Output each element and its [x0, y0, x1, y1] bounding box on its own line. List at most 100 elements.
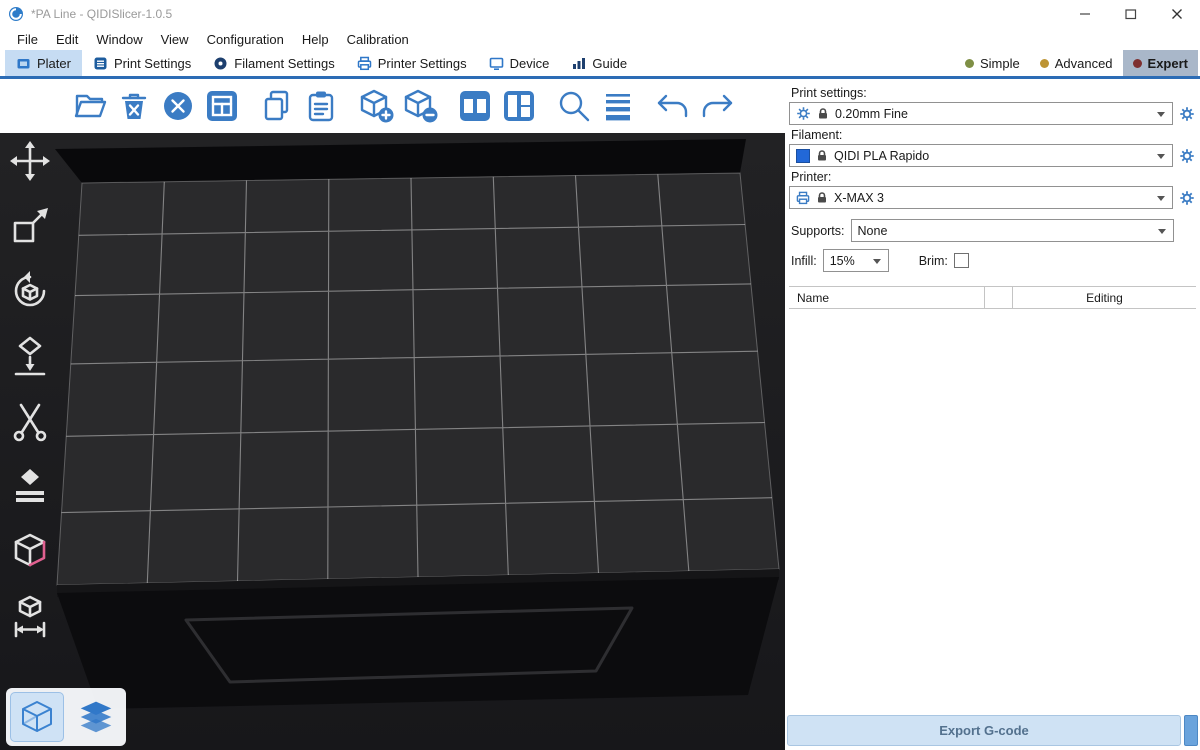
seam-tool-button[interactable] [4, 460, 56, 512]
search-button[interactable] [554, 86, 594, 126]
cut-icon [8, 399, 52, 443]
scale-tool-button[interactable] [4, 200, 56, 252]
open-folder-icon [71, 87, 109, 125]
column-header-editing[interactable]: Editing [1013, 287, 1196, 308]
mode-label: Expert [1148, 56, 1188, 71]
printer-icon [796, 191, 810, 205]
undo-icon [654, 87, 692, 125]
printer-gear-button[interactable] [1178, 189, 1195, 206]
print-bed [57, 173, 779, 585]
distance-tool-button[interactable] [4, 590, 56, 642]
object-list-body[interactable] [789, 309, 1196, 707]
3d-scene [0, 133, 785, 750]
delete-all-icon [159, 87, 197, 125]
delete-icon [115, 87, 153, 125]
export-options-button[interactable] [1184, 715, 1198, 746]
scale-icon [8, 204, 52, 248]
printer-value: X-MAX 3 [834, 191, 884, 205]
tab-guide[interactable]: Guide [560, 50, 638, 76]
simple-mode-dot-icon [965, 59, 974, 68]
gear-icon [1179, 190, 1195, 206]
delete-button[interactable] [114, 86, 154, 126]
supports-select[interactable]: None [851, 219, 1174, 242]
print-settings-gear-button[interactable] [1178, 105, 1195, 122]
cut-tool-button[interactable] [4, 395, 56, 447]
infill-value: 15% [830, 254, 855, 268]
tab-device[interactable]: Device [478, 50, 561, 76]
brim-label: Brim: [919, 254, 948, 268]
remove-instance-button[interactable] [400, 86, 440, 126]
redo-icon [698, 87, 736, 125]
chevron-down-icon [873, 259, 881, 264]
place-on-face-tool-button[interactable] [4, 330, 56, 382]
print-settings-icon [93, 56, 108, 71]
tab-printer-settings[interactable]: Printer Settings [346, 50, 478, 76]
3d-viewport[interactable] [0, 133, 785, 750]
device-icon [489, 56, 504, 71]
paste-button[interactable] [301, 86, 341, 126]
paste-icon [302, 87, 340, 125]
minimize-button[interactable] [1062, 0, 1108, 28]
close-button[interactable] [1154, 0, 1200, 28]
mode-simple[interactable]: Simple [955, 50, 1030, 76]
menu-help[interactable]: Help [293, 32, 338, 47]
chevron-down-icon [1158, 229, 1166, 234]
search-icon [555, 87, 593, 125]
menu-calibration[interactable]: Calibration [338, 32, 418, 47]
infill-select[interactable]: 15% [823, 249, 889, 272]
menu-file[interactable]: File [8, 32, 47, 47]
export-gcode-button[interactable]: Export G-code [787, 715, 1181, 746]
menu-window[interactable]: Window [87, 32, 151, 47]
move-tool-button[interactable] [4, 135, 56, 187]
variable-layer-height-icon [599, 87, 637, 125]
move-icon [8, 139, 52, 183]
brim-checkbox[interactable] [954, 253, 969, 268]
copy-button[interactable] [257, 86, 297, 126]
mode-expert[interactable]: Expert [1123, 50, 1198, 76]
mode-advanced[interactable]: Advanced [1030, 50, 1123, 76]
filament-label: Filament: [791, 128, 1196, 142]
chevron-down-icon [1157, 112, 1165, 117]
delete-all-button[interactable] [158, 86, 198, 126]
3d-editor-view-button[interactable] [10, 692, 64, 742]
split-objects-button[interactable] [455, 86, 495, 126]
tab-label: Guide [592, 56, 627, 71]
column-header-spacer[interactable] [985, 287, 1013, 308]
redo-button[interactable] [697, 86, 737, 126]
variable-layer-height-button[interactable] [598, 86, 638, 126]
menu-bar: File Edit Window View Configuration Help… [0, 28, 1200, 50]
supports-label: Supports: [791, 224, 845, 238]
tab-plater[interactable]: Plater [5, 50, 82, 76]
filament-gear-button[interactable] [1178, 147, 1195, 164]
printer-label: Printer: [791, 170, 1196, 184]
mode-label: Simple [980, 56, 1020, 71]
tab-label: Print Settings [114, 56, 191, 71]
menu-configuration[interactable]: Configuration [198, 32, 293, 47]
window-controls [1062, 0, 1200, 28]
lock-icon [817, 107, 829, 120]
tab-print-settings[interactable]: Print Settings [82, 50, 202, 76]
measure-tool-button[interactable] [4, 525, 56, 577]
filament-select[interactable]: QIDI PLA Rapido [789, 144, 1173, 167]
printer-body [57, 577, 779, 709]
rotate-tool-button[interactable] [4, 265, 56, 317]
maximize-button[interactable] [1108, 0, 1154, 28]
print-profile-value: 0.20mm Fine [835, 107, 908, 121]
printer-select[interactable]: X-MAX 3 [789, 186, 1173, 209]
tab-filament-settings[interactable]: Filament Settings [202, 50, 345, 76]
open-button[interactable] [70, 86, 110, 126]
arrange-button[interactable] [202, 86, 242, 126]
export-row: Export G-code [787, 715, 1198, 746]
gear-icon [1179, 106, 1195, 122]
menu-view[interactable]: View [152, 32, 198, 47]
print-profile-select[interactable]: 0.20mm Fine [789, 102, 1173, 125]
plater-icon [16, 56, 31, 71]
layers-preview-button[interactable] [70, 692, 122, 740]
undo-button[interactable] [653, 86, 693, 126]
menu-edit[interactable]: Edit [47, 32, 87, 47]
add-instance-button[interactable] [356, 86, 396, 126]
split-parts-button[interactable] [499, 86, 539, 126]
settings-sidebar: Print settings: 0.20mm Fine Filament: [785, 79, 1200, 750]
infill-label: Infill: [791, 254, 817, 268]
column-header-name[interactable]: Name [789, 287, 985, 308]
